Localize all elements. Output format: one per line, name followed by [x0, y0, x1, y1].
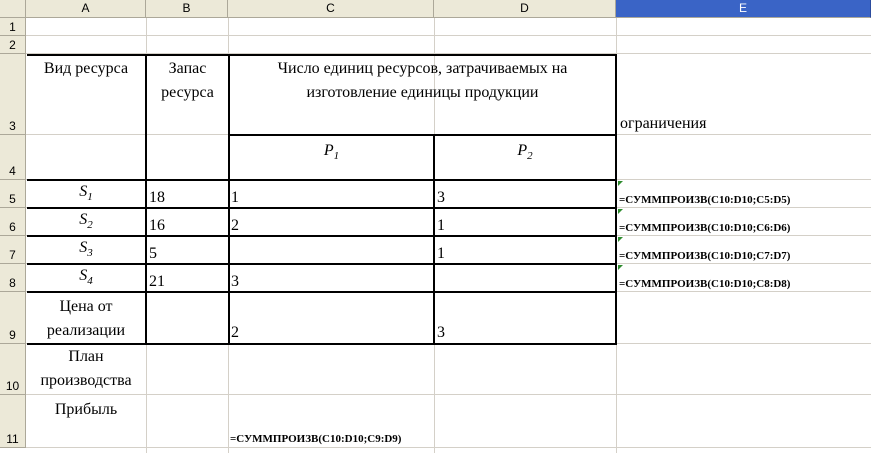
- cell-a7-resource[interactable]: S3: [27, 239, 145, 259]
- cell-a10-plan-line2[interactable]: производства: [27, 372, 145, 390]
- cell-b7-stock[interactable]: 5: [149, 245, 157, 263]
- row-header-7[interactable]: 7: [0, 236, 26, 264]
- cell-e6-formula[interactable]: =СУММПРОИЗВ(C10:D10;C6:D6): [619, 222, 790, 234]
- cell-d6[interactable]: 1: [437, 217, 445, 235]
- cell-e5-formula[interactable]: =СУММПРОИЗВ(C10:D10;C5:D5): [619, 194, 790, 206]
- row-header-6[interactable]: 6: [0, 208, 26, 236]
- p1-subscript: 1: [333, 150, 340, 163]
- grid-line: [26, 447, 871, 448]
- cell-b8-stock[interactable]: 21: [149, 273, 165, 291]
- grid-line: [26, 394, 871, 395]
- resource-subscript: 2: [87, 219, 93, 232]
- cell-c3-units-line1[interactable]: Число единиц ресурсов, затрачиваемых на: [230, 60, 615, 78]
- cell-c5[interactable]: 1: [231, 189, 239, 207]
- cell-d4-p2[interactable]: P2: [435, 142, 615, 162]
- table-border: [228, 134, 616, 136]
- table-border: [27, 291, 616, 293]
- cell-b5-stock[interactable]: 18: [149, 189, 165, 207]
- column-header-e[interactable]: E: [616, 0, 871, 18]
- row-header-11[interactable]: 11: [0, 395, 26, 448]
- table-border: [27, 235, 616, 237]
- table-border: [27, 207, 616, 209]
- column-header-c[interactable]: C: [228, 0, 434, 18]
- column-header-d[interactable]: D: [434, 0, 616, 18]
- row-header-3[interactable]: 3: [0, 54, 26, 135]
- cell-c11-formula[interactable]: =СУММПРОИЗВ(C10:D10;C9:D9): [230, 433, 401, 445]
- cell-a3-resource-type[interactable]: Вид ресурса: [27, 60, 145, 78]
- table-border: [27, 54, 616, 56]
- resource-subscript: 1: [87, 191, 93, 204]
- comment-indicator-icon: [618, 265, 623, 270]
- cell-a10-plan-line1[interactable]: План: [27, 348, 145, 366]
- comment-indicator-icon: [618, 181, 623, 186]
- table-border: [433, 134, 435, 345]
- row-header-8[interactable]: 8: [0, 264, 26, 292]
- row-header-2[interactable]: 2: [0, 36, 26, 54]
- cell-d7[interactable]: 1: [437, 245, 445, 263]
- cell-d9[interactable]: 3: [437, 324, 445, 342]
- cell-a6-resource[interactable]: S2: [27, 211, 145, 231]
- cell-c4-p1[interactable]: P1: [230, 142, 433, 162]
- table-border: [27, 343, 616, 345]
- cell-c9[interactable]: 2: [231, 324, 239, 342]
- table-border: [27, 263, 616, 265]
- resource-subscript: 4: [87, 275, 93, 288]
- table-border: [27, 179, 616, 181]
- spreadsheet: A B C D E 1 2 3 4 5 6 7 8 9 10 11 Вид ре…: [0, 0, 871, 453]
- row-header-5[interactable]: 5: [0, 180, 26, 208]
- cell-a11-profit[interactable]: Прибыль: [27, 401, 145, 419]
- p2-label: P: [517, 142, 528, 159]
- cell-a9-price-line1[interactable]: Цена от: [27, 298, 145, 316]
- row-header-1[interactable]: 1: [0, 18, 26, 36]
- grid-line: [26, 35, 871, 36]
- cell-c8[interactable]: 3: [231, 273, 239, 291]
- select-all-corner[interactable]: [0, 0, 26, 18]
- comment-indicator-icon: [618, 237, 623, 242]
- row-header-4[interactable]: 4: [0, 135, 26, 180]
- cell-d5[interactable]: 3: [437, 189, 445, 207]
- cell-e3-constraints[interactable]: ограничения: [620, 115, 820, 133]
- cell-c3-units-line2[interactable]: изготовление единицы продукции: [230, 84, 615, 102]
- cell-a9-price-line2[interactable]: реализации: [27, 322, 145, 340]
- cell-a5-resource[interactable]: S1: [27, 183, 145, 203]
- column-header-a[interactable]: A: [26, 0, 146, 18]
- table-border: [615, 54, 617, 345]
- cell-b6-stock[interactable]: 16: [149, 217, 165, 235]
- resource-subscript: 3: [87, 247, 93, 260]
- cell-a8-resource[interactable]: S4: [27, 267, 145, 287]
- cell-c6[interactable]: 2: [231, 217, 239, 235]
- row-header-10[interactable]: 10: [0, 344, 26, 395]
- cell-e7-formula[interactable]: =СУММПРОИЗВ(C10:D10;C7:D7): [619, 250, 790, 262]
- column-header-b[interactable]: B: [146, 0, 228, 18]
- comment-indicator-icon: [618, 209, 623, 214]
- cell-b3-stock-line2[interactable]: ресурса: [147, 84, 228, 102]
- cell-e8-formula[interactable]: =СУММПРОИЗВ(C10:D10;C8:D8): [619, 278, 790, 290]
- p1-label: P: [323, 142, 334, 159]
- cell-b3-stock-line1[interactable]: Запас: [147, 60, 228, 78]
- p2-subscript: 2: [527, 150, 533, 163]
- row-header-9[interactable]: 9: [0, 292, 26, 344]
